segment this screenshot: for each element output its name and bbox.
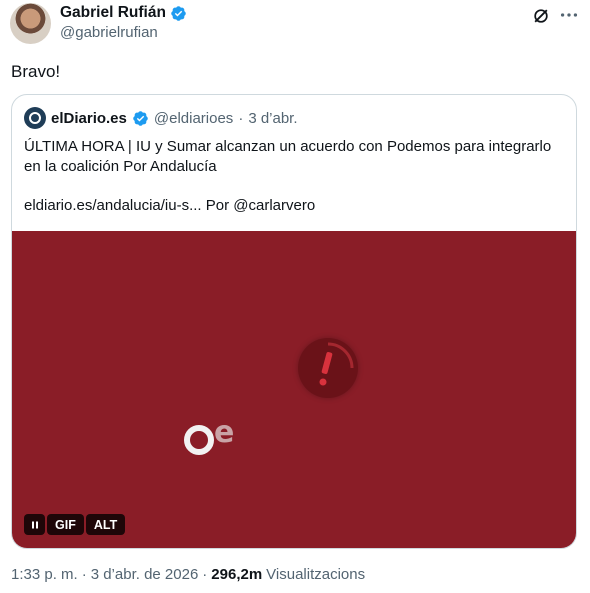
pause-button[interactable]: [24, 514, 45, 535]
quoted-tweet-link-line[interactable]: eldiario.es/andalucia/iu-s... Por @carla…: [24, 197, 315, 214]
author-handle[interactable]: @gabrielrufian: [60, 24, 158, 41]
quoted-media-gif[interactable]: e GIF ALT: [12, 231, 576, 548]
separator-dot: ·: [202, 566, 208, 583]
verified-badge-icon: [133, 110, 148, 126]
author-avatar[interactable]: [10, 3, 51, 44]
gif-badge[interactable]: GIF: [47, 514, 84, 535]
brand-ring-icon: [184, 425, 214, 455]
separator-dot: ·: [238, 109, 244, 127]
views-label: Visualitzacions: [266, 566, 366, 583]
tweet-text: Bravo!: [11, 62, 61, 81]
separator-dot: ·: [81, 566, 87, 583]
media-controls: GIF ALT: [24, 514, 126, 535]
grok-icon[interactable]: [531, 6, 551, 26]
quoted-tweet-header: elDiario.es @eldiarioes · 3 d’abr.: [24, 107, 298, 129]
tweet-meta: 1:33 p. m. · 3 d’abr. de 2026 · 296,2m V…: [11, 566, 365, 583]
more-icon[interactable]: [558, 6, 580, 24]
quoted-tweet-text: ÚLTIMA HORA | IU y Sumar alcanzan un acu…: [24, 138, 552, 175]
pause-icon: [31, 521, 38, 528]
tweet-date[interactable]: 3 d’abr. de 2026: [91, 566, 199, 583]
quoted-avatar[interactable]: [24, 107, 46, 129]
verified-badge-icon: [171, 5, 186, 21]
quoted-tweet-card[interactable]: elDiario.es @eldiarioes · 3 d’abr. ÚLTIM…: [11, 94, 577, 549]
alt-text-button[interactable]: ALT: [85, 514, 126, 535]
brand-letter: e: [214, 415, 235, 450]
quoted-display-name[interactable]: elDiario.es: [51, 110, 127, 127]
quoted-handle: @eldiarioes: [153, 109, 234, 127]
tweet-time[interactable]: 1:33 p. m.: [11, 566, 78, 583]
exclamation-mark-icon: [298, 338, 358, 398]
author-name-row: Gabriel Rufián: [60, 4, 187, 22]
author-display-name[interactable]: Gabriel Rufián: [60, 4, 166, 22]
quoted-date[interactable]: 3 d’abr.: [248, 110, 297, 127]
views-count: 296,2m: [211, 566, 263, 583]
